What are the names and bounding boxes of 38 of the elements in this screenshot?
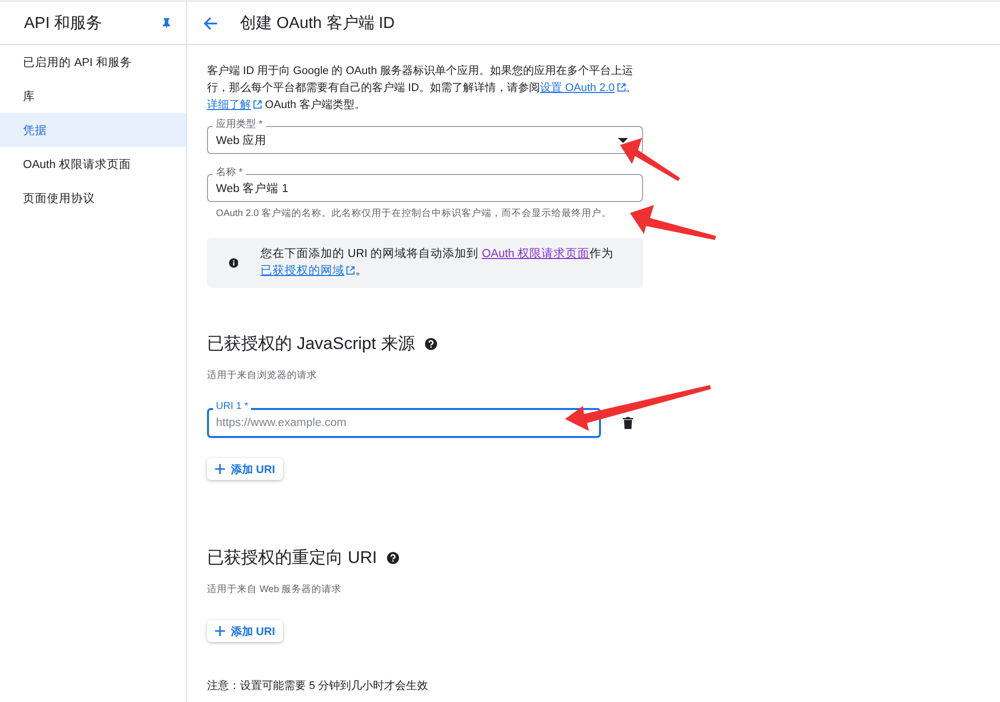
page-title: 创建 OAuth 客户端 ID xyxy=(240,14,395,34)
back-arrow-icon[interactable] xyxy=(203,16,218,30)
sidebar-item[interactable]: 页面使用协议 xyxy=(0,181,186,215)
sidebar-item[interactable]: 库 xyxy=(0,79,186,113)
sidebar-item[interactable]: 凭据 xyxy=(0,113,186,147)
annotation-arrow xyxy=(620,138,680,181)
link[interactable]: OAuth 权限请求页面 xyxy=(482,248,590,260)
section-heading: 已获授权的 JavaScript 来源 xyxy=(207,333,415,355)
link[interactable]: 设置 OAuth 2.0 xyxy=(540,82,626,94)
pin-icon[interactable] xyxy=(162,18,171,28)
uri-field[interactable]: https://www.example.com xyxy=(207,408,601,438)
section-description: 适用于来自浏览器的请求 xyxy=(207,369,318,382)
plus-icon xyxy=(215,464,225,474)
external-link-icon xyxy=(346,266,356,275)
external-link-icon xyxy=(616,83,626,92)
field-label: 名称 * xyxy=(213,167,246,179)
info-text: 您在下面添加的 URI 的网域将自动添加到 OAuth 权限请求页面作为 已获授权的网域 。 xyxy=(260,246,615,279)
field-hint: OAuth 2.0 客户端的名称。此名称仅用于在控制台中标识客户端，而不会显示给最终用户。 xyxy=(215,207,612,220)
sidebar-item[interactable]: 已启用的 API 和服务 xyxy=(0,45,186,79)
add-uri-button[interactable]: 添加 URI xyxy=(207,458,283,480)
delete-icon[interactable] xyxy=(623,417,633,429)
link[interactable]: 详细了解 xyxy=(207,99,262,111)
info-icon xyxy=(229,257,238,269)
field-label: URI 1 * xyxy=(213,401,252,413)
note-text: 注意：设置可能需要 5 分钟到几小时才会生效 xyxy=(207,678,430,693)
intro-paragraph: 客户端 ID 用于向 Google 的 OAuth 服务器标识单个应用。如果您的应用在多个平台上运行，那么每个平台都需要有自己的客户端 ID。如需了解详情，请参阅设置 OAuth 2.0 。 详细了解 OAuth 客户端类型。 xyxy=(207,64,638,113)
help-icon[interactable] xyxy=(424,338,437,350)
section-description: 适用于来自 Web 服务器的请求 xyxy=(207,583,343,596)
caret-icon xyxy=(618,138,628,142)
plus-icon xyxy=(215,626,225,636)
sidebar-title: API 和服务 xyxy=(24,14,102,34)
link[interactable]: 已获授权的网域 xyxy=(260,265,356,277)
field-label: 应用类型 * xyxy=(213,119,266,131)
sidebar-item[interactable]: OAuth 权限请求页面 xyxy=(0,147,186,181)
help-icon[interactable] xyxy=(387,552,399,564)
add-uri-button[interactable]: 添加 URI xyxy=(207,620,283,642)
external-link-icon xyxy=(253,100,262,109)
section-heading: 已获授权的重定向 URI xyxy=(207,547,377,569)
